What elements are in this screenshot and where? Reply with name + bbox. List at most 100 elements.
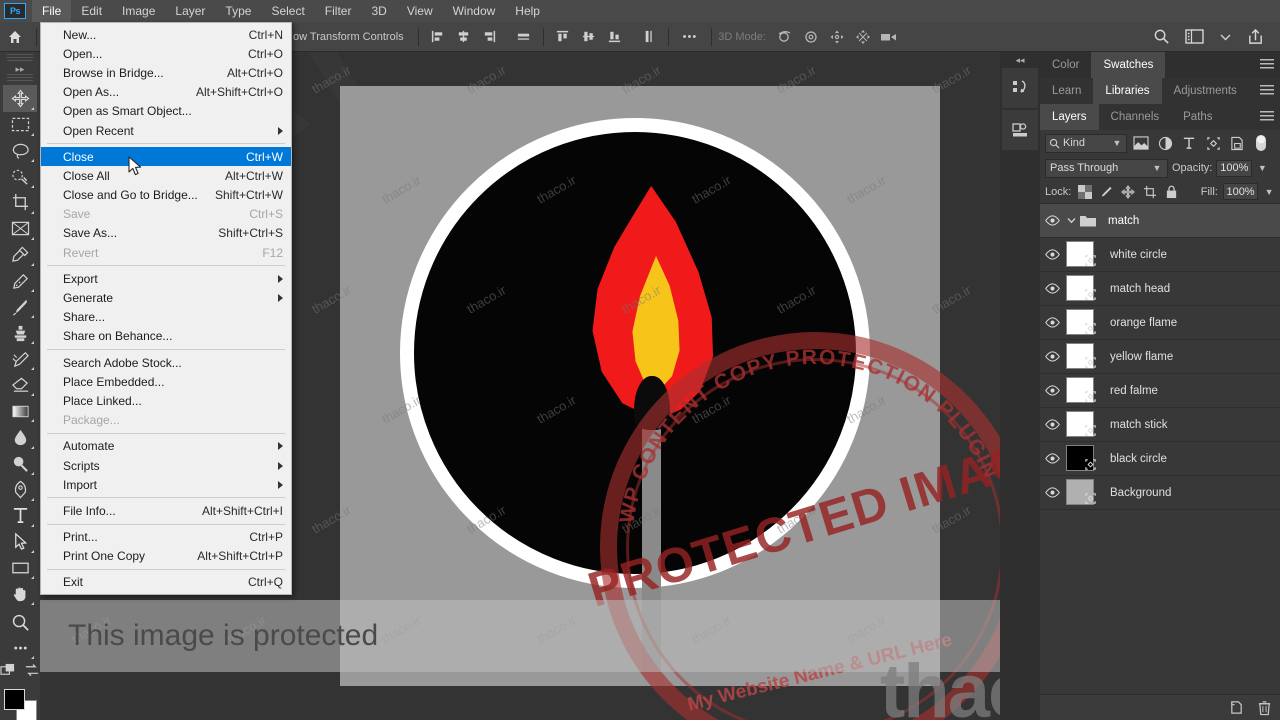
- layer-thumbnail[interactable]: [1066, 376, 1100, 405]
- new-layer-icon[interactable]: [1228, 700, 1244, 716]
- more-options-button[interactable]: •••: [675, 31, 706, 43]
- lock-all-icon[interactable]: [1163, 183, 1180, 200]
- menu-option-open-as[interactable]: Open As... Alt+Shift+Ctrl+O: [41, 83, 291, 102]
- filter-pixel-icon[interactable]: [1131, 133, 1151, 153]
- lock-artboard-nesting-icon[interactable]: [1141, 183, 1158, 200]
- menu-item-filter[interactable]: Filter: [315, 0, 362, 22]
- layer-row[interactable]: yellow flame: [1040, 340, 1280, 374]
- history-brush-tool[interactable]: [3, 346, 37, 372]
- tab-libraries[interactable]: Libraries: [1093, 78, 1162, 104]
- layer-row[interactable]: Background: [1040, 476, 1280, 510]
- menu-item-layer[interactable]: Layer: [165, 0, 215, 22]
- filter-kind-select[interactable]: Kind ▼: [1045, 133, 1127, 153]
- menu-option-browse-in-bridge[interactable]: Browse in Bridge... Alt+Ctrl+O: [41, 63, 291, 82]
- layer-row[interactable]: match: [1040, 204, 1280, 238]
- workspace-switcher-icon[interactable]: [1184, 26, 1206, 48]
- align-top-edges-button[interactable]: [552, 26, 574, 48]
- layer-visibility-eye-icon[interactable]: [1040, 476, 1064, 510]
- lasso-tool[interactable]: [3, 138, 37, 164]
- align-right-edges-button[interactable]: [479, 26, 501, 48]
- 3d-orbit-icon[interactable]: [774, 26, 796, 48]
- layer-thumbnail[interactable]: [1066, 444, 1100, 473]
- lock-position-icon[interactable]: [1120, 183, 1137, 200]
- align-vertical-centers-button[interactable]: [578, 26, 600, 48]
- chevron-down-icon[interactable]: [1214, 26, 1236, 48]
- layer-visibility-eye-icon[interactable]: [1040, 238, 1064, 272]
- group-expand-chevron-icon[interactable]: [1064, 217, 1078, 224]
- zoom-tool[interactable]: [3, 609, 37, 635]
- pen-tool[interactable]: [3, 477, 37, 503]
- fill-value[interactable]: 100%: [1222, 183, 1259, 200]
- panel-grip[interactable]: [7, 54, 33, 62]
- menu-option-export[interactable]: Export: [41, 269, 291, 288]
- menu-item-help[interactable]: Help: [505, 0, 550, 22]
- menu-option-generate[interactable]: Generate: [41, 288, 291, 307]
- menu-option-close-all[interactable]: Close All Alt+Ctrl+W: [41, 166, 291, 185]
- layer-thumbnail[interactable]: [1066, 342, 1100, 371]
- layer-visibility-eye-icon[interactable]: [1040, 408, 1064, 442]
- type-tool[interactable]: [3, 503, 37, 529]
- history-panel-icon[interactable]: [1002, 68, 1038, 108]
- opacity-value[interactable]: 100%: [1216, 159, 1253, 177]
- 3d-slide-icon[interactable]: [852, 26, 874, 48]
- menu-item-type[interactable]: Type: [215, 0, 261, 22]
- delete-layer-icon[interactable]: [1256, 700, 1272, 716]
- distribute-vertical-button[interactable]: [638, 26, 660, 48]
- blur-tool[interactable]: [3, 424, 37, 450]
- menu-option-share-on-behance[interactable]: Share on Behance...: [41, 327, 291, 346]
- tab-paths[interactable]: Paths: [1171, 104, 1224, 130]
- layer-row[interactable]: black circle: [1040, 442, 1280, 476]
- menu-option-import[interactable]: Import: [41, 475, 291, 494]
- filter-shape-icon[interactable]: [1203, 133, 1223, 153]
- document-canvas[interactable]: [340, 86, 940, 686]
- tab-channels[interactable]: Channels: [1099, 104, 1172, 130]
- chevron-down-icon[interactable]: ▼: [1151, 163, 1163, 173]
- align-bottom-edges-button[interactable]: [604, 26, 626, 48]
- tab-color[interactable]: Color: [1040, 52, 1091, 78]
- menu-option-print[interactable]: Print... Ctrl+P: [41, 528, 291, 547]
- brush-tool[interactable]: [3, 294, 37, 320]
- move-tool[interactable]: [3, 85, 37, 112]
- menu-option-open-recent[interactable]: Open Recent: [41, 121, 291, 140]
- spot-healing-brush-tool[interactable]: [3, 268, 37, 294]
- layer-thumbnail[interactable]: [1066, 410, 1100, 439]
- opacity-chevron-down-icon[interactable]: ▼: [1256, 163, 1268, 173]
- screen-mode-toggle[interactable]: [24, 663, 40, 683]
- dodge-tool[interactable]: [3, 451, 37, 477]
- clone-stamp-tool[interactable]: [3, 320, 37, 346]
- color-swatches[interactable]: [2, 687, 38, 720]
- menu-option-close[interactable]: Close Ctrl+W: [41, 147, 291, 167]
- menu-item-select[interactable]: Select: [261, 0, 314, 22]
- menu-option-share[interactable]: Share...: [41, 308, 291, 327]
- eraser-tool[interactable]: [3, 372, 37, 398]
- panel-menu-icon[interactable]: [1260, 111, 1274, 122]
- eyedropper-tool[interactable]: [3, 242, 37, 268]
- blend-mode-select[interactable]: Pass Through ▼: [1045, 158, 1168, 178]
- chevron-down-icon[interactable]: ▼: [1111, 138, 1123, 148]
- layer-row[interactable]: match head: [1040, 272, 1280, 306]
- frame-tool[interactable]: [3, 216, 37, 242]
- filter-smart-object-icon[interactable]: [1227, 133, 1247, 153]
- layer-visibility-eye-icon[interactable]: [1040, 272, 1064, 306]
- menu-item-3d[interactable]: 3D: [361, 0, 396, 22]
- search-icon[interactable]: [1150, 26, 1172, 48]
- layer-row[interactable]: white circle: [1040, 238, 1280, 272]
- tab-adjustments[interactable]: Adjustments: [1162, 78, 1249, 104]
- panel-menu-icon[interactable]: [1260, 85, 1274, 96]
- share-icon[interactable]: [1244, 26, 1266, 48]
- menu-option-place-linked[interactable]: Place Linked...: [41, 391, 291, 410]
- align-left-edges-button[interactable]: [427, 26, 449, 48]
- menu-option-exit[interactable]: Exit Ctrl+Q: [41, 573, 291, 592]
- menu-item-window[interactable]: Window: [443, 0, 506, 22]
- align-horizontal-centers-button[interactable]: [453, 26, 475, 48]
- layer-thumbnail[interactable]: [1066, 240, 1100, 269]
- rectangular-marquee-tool[interactable]: [3, 112, 37, 138]
- layer-visibility-eye-icon[interactable]: [1040, 306, 1064, 340]
- filter-type-icon[interactable]: [1179, 133, 1199, 153]
- menu-option-search-adobe-stock[interactable]: Search Adobe Stock...: [41, 353, 291, 372]
- edit-toolbar-button[interactable]: [3, 635, 37, 661]
- layer-visibility-eye-icon[interactable]: [1040, 204, 1064, 238]
- menu-option-print-one-copy[interactable]: Print One Copy Alt+Shift+Ctrl+P: [41, 547, 291, 566]
- menu-option-scripts[interactable]: Scripts: [41, 456, 291, 475]
- menu-option-close-and-go-to-bridge[interactable]: Close and Go to Bridge... Shift+Ctrl+W: [41, 186, 291, 205]
